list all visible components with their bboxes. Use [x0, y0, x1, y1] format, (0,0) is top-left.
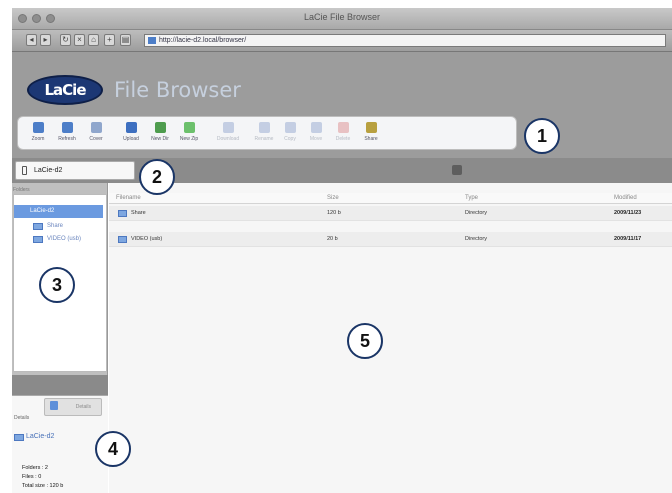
toolbar-button-label: Delete: [335, 136, 351, 142]
column-size[interactable]: Size: [327, 195, 339, 201]
toolbar-button-label: Rename: [254, 136, 274, 142]
download-icon: [222, 122, 234, 133]
callout-3: 3: [39, 267, 75, 303]
row-type: Directory: [465, 236, 488, 242]
row-modified: 2009/11/17: [614, 236, 642, 242]
tree-item-label: Share: [47, 223, 64, 229]
cover-button[interactable]: Cover: [82, 122, 110, 148]
panel-splitter[interactable]: [12, 375, 108, 395]
folder-icon: [33, 223, 43, 230]
row-type: Directory: [465, 210, 488, 216]
toolbar-button-label: Share: [364, 136, 378, 142]
browser-navbar: ◂ ▸ ↻ × ⌂ + ▤ http://lacie-d2.local/brow…: [12, 30, 672, 52]
address-bar[interactable]: http://lacie-d2.local/browser/: [144, 34, 666, 47]
copy-button[interactable]: Copy: [276, 122, 304, 148]
new-zip-button[interactable]: New Zip: [175, 122, 203, 148]
row-size: 120 b: [327, 210, 341, 216]
app-title: File Browser: [114, 78, 241, 102]
refresh-icon: [61, 122, 73, 133]
delete-button[interactable]: Delete: [329, 122, 357, 148]
folder-icon: [33, 236, 43, 243]
download-button[interactable]: Download: [214, 122, 242, 148]
toolbar-button-label: New Zip: [179, 136, 199, 142]
column-type[interactable]: Type: [465, 195, 478, 201]
callout-1: 1: [524, 118, 560, 154]
table-row[interactable]: [109, 206, 672, 221]
path-options-icon[interactable]: [452, 165, 462, 175]
forward-arrow-icon[interactable]: ▸: [40, 34, 51, 46]
tree-root-label: LaCie-d2: [30, 208, 55, 214]
callout-4: 4: [95, 431, 131, 467]
favicon-icon: [148, 37, 156, 44]
toolbar-button-label: Refresh: [58, 136, 76, 142]
zoom-button[interactable]: Zoom: [24, 122, 52, 148]
details-files: Files : 0: [22, 474, 42, 480]
table-row[interactable]: [109, 232, 672, 247]
folders-header: Folders: [13, 187, 30, 193]
share-icon: [365, 122, 377, 133]
file-list-header: [109, 193, 672, 204]
share-button[interactable]: Share: [357, 122, 385, 148]
details-header: Details: [14, 415, 30, 421]
address-url: http://lacie-d2.local/browser/: [159, 37, 247, 44]
home-icon[interactable]: ⌂: [88, 34, 99, 46]
new-dir-button[interactable]: New Dir: [146, 122, 174, 148]
page: LaCie File Browser ◂ ▸ ↻ × ⌂ + ▤ http://…: [0, 0, 672, 493]
folder-icon: [118, 236, 127, 243]
move-button[interactable]: Move: [302, 122, 330, 148]
row-name: Share: [131, 210, 146, 216]
callout-2: 2: [139, 159, 175, 195]
new-zip-icon: [183, 122, 195, 133]
file-list: [109, 183, 672, 493]
row-modified: 2009/11/23: [614, 210, 642, 216]
move-icon: [310, 122, 322, 133]
rename-icon: [258, 122, 270, 133]
drive-icon: [22, 166, 27, 175]
toolbar-button-label: Cover: [89, 136, 103, 142]
callout-5: 5: [347, 323, 383, 359]
toolbar-button-label: New Dir: [151, 136, 169, 142]
folder-icon: [14, 434, 24, 441]
path-value: LaCie-d2: [34, 167, 63, 174]
tree-item-video[interactable]: VIDEO (usb): [33, 235, 81, 244]
delete-icon: [337, 122, 349, 133]
new-dir-icon: [154, 122, 166, 133]
bookmarks-icon[interactable]: ▤: [120, 34, 131, 46]
details-button-label: Details: [75, 404, 91, 410]
copy-icon: [284, 122, 296, 133]
add-bookmark-icon[interactable]: +: [104, 34, 115, 46]
window-title: LaCie File Browser: [303, 12, 381, 22]
cover-icon: [90, 122, 102, 133]
toolbar-button-label: Move: [309, 136, 323, 142]
details-button[interactable]: Details: [44, 398, 102, 416]
refresh-button[interactable]: Refresh: [53, 122, 81, 148]
details-total-size: Total size : 120 b: [22, 483, 64, 489]
column-modified[interactable]: Modified: [614, 195, 637, 201]
details-folders: Folders : 2: [22, 465, 48, 471]
row-name: VIDEO (usb): [131, 236, 163, 242]
rename-button[interactable]: Rename: [250, 122, 278, 148]
upload-button[interactable]: Upload: [117, 122, 145, 148]
tree-item-label: VIDEO (usb): [47, 236, 82, 242]
tree-item-share[interactable]: Share: [33, 222, 63, 231]
column-filename[interactable]: Filename: [116, 195, 141, 201]
toolbar-button-label: Zoom: [31, 136, 45, 142]
back-arrow-icon[interactable]: ◂: [26, 34, 37, 46]
zoom-icon: [32, 122, 44, 133]
window-titlebar: LaCie File Browser: [12, 8, 672, 30]
row-size: 20 b: [327, 236, 338, 242]
toolbar-button-label: Upload: [123, 136, 139, 142]
tree-item-root[interactable]: LaCie-d2: [14, 205, 103, 218]
path-field[interactable]: LaCie-d2: [15, 161, 135, 180]
toolbar: Zoom Refresh Cover Upload New Dir New Zip Down…: [17, 116, 517, 150]
toolbar-button-label: Download: [216, 136, 240, 142]
toolbar-button-label: Copy: [284, 136, 296, 142]
details-name: LaCie-d2: [26, 433, 55, 440]
folder-icon: [118, 210, 127, 217]
details-icon: [50, 401, 58, 410]
reload-icon[interactable]: ↻: [60, 34, 71, 46]
lacie-logo: LaCie: [27, 75, 103, 105]
stop-icon[interactable]: ×: [74, 34, 85, 46]
upload-icon: [125, 122, 137, 133]
